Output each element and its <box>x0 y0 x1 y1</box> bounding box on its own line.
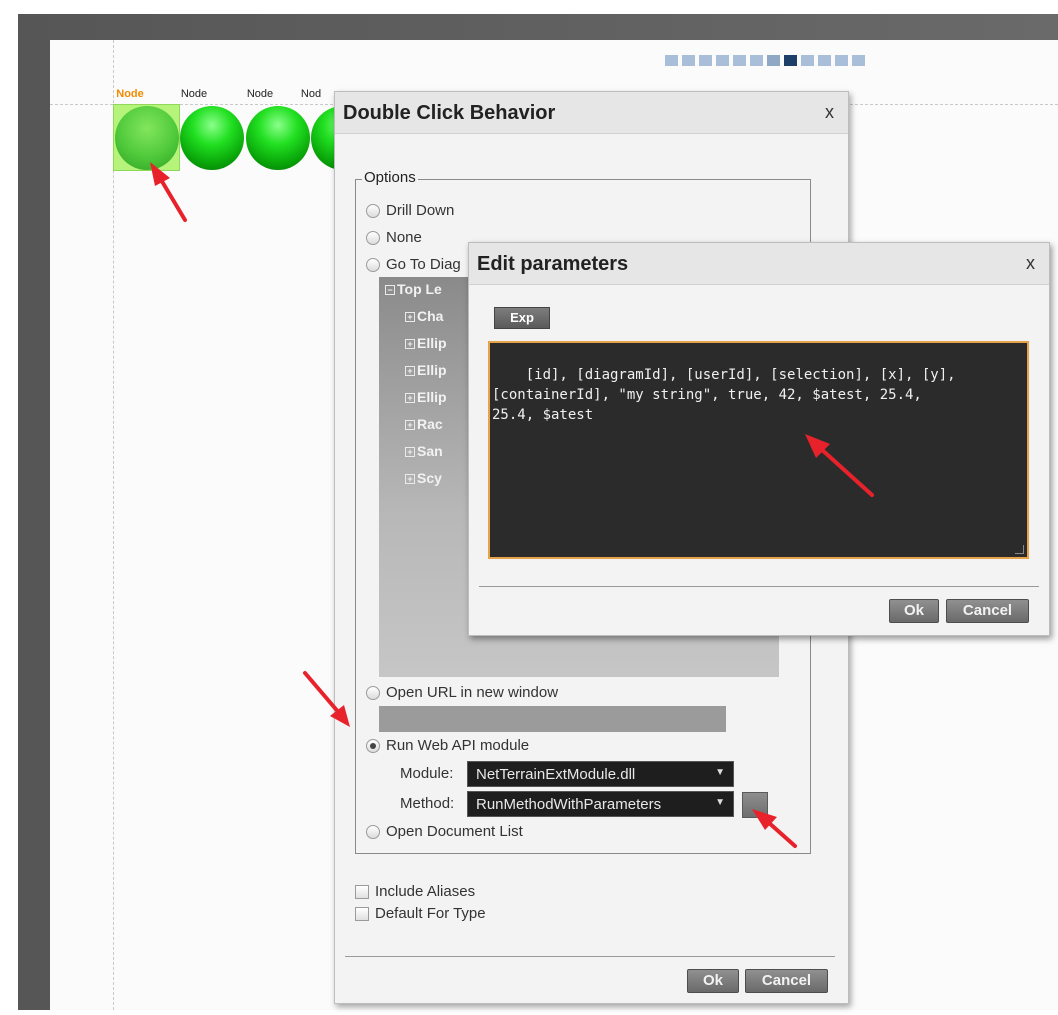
page-dot[interactable] <box>801 55 814 66</box>
radio-button[interactable] <box>366 230 380 245</box>
option-label: Go To Diag <box>386 256 461 273</box>
node-label: Nod <box>300 88 322 100</box>
edit-parameters-dialog: Edit parameters x Exp [id], [diagramId],… <box>468 242 1050 636</box>
module-value: NetTerrainExtModule.dll <box>476 766 636 783</box>
method-select[interactable]: RunMethodWithParameters ▼ <box>467 791 734 817</box>
page-dot[interactable] <box>852 55 865 66</box>
option-label: Drill Down <box>386 202 455 219</box>
page-dot[interactable] <box>733 55 746 66</box>
checkbox[interactable] <box>355 884 369 899</box>
node-label-selected: Node <box>116 88 144 100</box>
checkbox[interactable] <box>355 906 369 921</box>
tree-root[interactable]: − Top Le <box>385 281 442 297</box>
parameters-textarea[interactable]: [id], [diagramId], [userId], [selection]… <box>488 341 1029 559</box>
dialog-divider <box>345 956 835 957</box>
expand-icon[interactable]: + <box>405 366 415 376</box>
page-dot[interactable] <box>682 55 695 66</box>
option-label: None <box>386 229 422 246</box>
tree-item[interactable]: + Scy <box>405 470 442 486</box>
collapse-icon[interactable]: − <box>385 285 395 295</box>
include-aliases-checkbox-row[interactable]: Include Aliases <box>355 883 475 900</box>
node-selected[interactable] <box>115 106 179 170</box>
page-dot[interactable] <box>835 55 848 66</box>
module-select[interactable]: NetTerrainExtModule.dll ▼ <box>467 761 734 787</box>
page-indicator <box>665 55 865 66</box>
option-open-url[interactable]: Open URL in new window <box>366 684 558 701</box>
page-dot[interactable] <box>750 55 763 66</box>
page-dot[interactable] <box>699 55 712 66</box>
tree-item[interactable]: + Ellip <box>405 335 447 351</box>
page-dot-active[interactable] <box>784 55 797 66</box>
dialog-title: Edit parameters <box>477 253 629 275</box>
dialog-divider <box>479 586 1039 587</box>
page-dot[interactable] <box>767 55 780 66</box>
radio-button[interactable] <box>366 203 380 218</box>
radio-button[interactable] <box>366 824 380 839</box>
url-input[interactable] <box>379 706 726 732</box>
ok-button[interactable]: Ok <box>889 599 939 623</box>
radio-button[interactable] <box>366 685 380 700</box>
canvas-guide-vertical <box>113 40 114 1010</box>
tree-item[interactable]: + San <box>405 443 443 459</box>
tree-item[interactable]: + Ellip <box>405 389 447 405</box>
tree-item[interactable]: + Ellip <box>405 362 447 378</box>
page-dot[interactable] <box>665 55 678 66</box>
node-label: Node <box>246 88 274 100</box>
page-dot[interactable] <box>818 55 831 66</box>
chevron-down-icon: ▼ <box>715 797 725 808</box>
options-legend: Options <box>362 169 418 186</box>
expand-icon[interactable]: + <box>405 339 415 349</box>
default-for-type-checkbox-row[interactable]: Default For Type <box>355 905 486 922</box>
chevron-down-icon: ▼ <box>715 767 725 778</box>
option-label: Open Document List <box>386 823 523 840</box>
option-run-web-api[interactable]: Run Web API module <box>366 737 529 754</box>
expand-icon[interactable]: + <box>405 393 415 403</box>
method-value: RunMethodWithParameters <box>476 796 662 813</box>
node[interactable] <box>180 106 244 170</box>
expand-icon[interactable]: + <box>405 447 415 457</box>
exp-button[interactable]: Exp <box>494 307 550 329</box>
expand-icon[interactable]: + <box>405 474 415 484</box>
dialog-title: Double Click Behavior <box>343 102 556 124</box>
checkbox-label: Include Aliases <box>375 883 476 900</box>
edit-parameters-button[interactable] <box>742 792 768 818</box>
option-label: Open URL in new window <box>386 684 559 701</box>
node-label: Node <box>180 88 208 100</box>
ok-button[interactable]: Ok <box>687 969 739 993</box>
expand-icon[interactable]: + <box>405 420 415 430</box>
cancel-button[interactable]: Cancel <box>946 599 1029 623</box>
option-open-document-list[interactable]: Open Document List <box>366 823 523 840</box>
module-label: Module: <box>400 765 454 782</box>
option-none[interactable]: None <box>366 229 422 246</box>
method-label: Method: <box>400 795 455 812</box>
node[interactable] <box>246 106 310 170</box>
parameters-text: [id], [diagramId], [userId], [selection]… <box>492 367 956 423</box>
dialog-titlebar: Double Click Behavior x <box>335 92 848 134</box>
tree-item[interactable]: + Cha <box>405 308 443 324</box>
option-drill-down[interactable]: Drill Down <box>366 202 454 219</box>
dialog-titlebar: Edit parameters x <box>469 243 1049 285</box>
close-icon[interactable]: x <box>1026 253 1035 274</box>
resize-grip-icon[interactable] <box>1015 545 1024 554</box>
radio-button-checked[interactable] <box>366 738 380 753</box>
checkbox-label: Default For Type <box>375 905 486 922</box>
cancel-button[interactable]: Cancel <box>745 969 828 993</box>
close-icon[interactable]: x <box>825 102 834 123</box>
radio-button[interactable] <box>366 257 380 272</box>
tree-item[interactable]: + Rac <box>405 416 443 432</box>
expand-icon[interactable]: + <box>405 312 415 322</box>
option-go-to-diagram[interactable]: Go To Diag <box>366 256 461 273</box>
page-dot[interactable] <box>716 55 729 66</box>
option-label: Run Web API module <box>386 737 530 754</box>
